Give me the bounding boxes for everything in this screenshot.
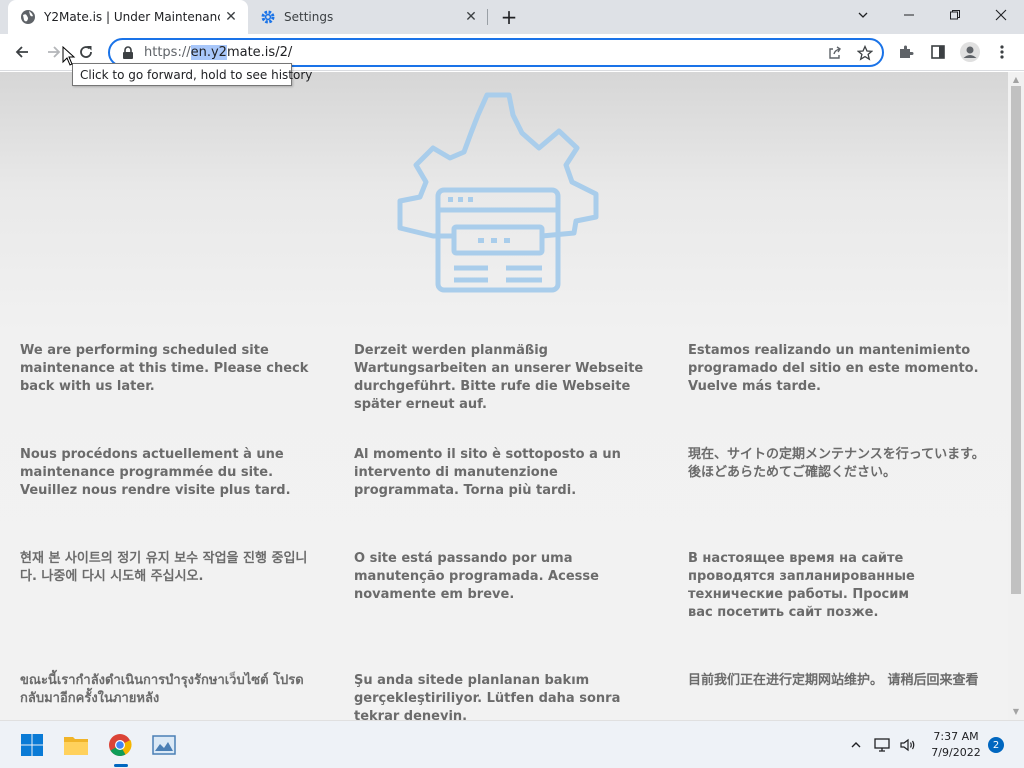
side-panel-icon[interactable] — [924, 38, 952, 66]
profile-avatar-icon[interactable] — [956, 38, 984, 66]
url-text[interactable]: https://en.y2mate.is/2/ — [144, 45, 292, 60]
tab-title: Settings — [284, 10, 334, 24]
message-chinese: 目前我们正在进行定期网站维护。 请稍后回来查看 — [688, 673, 979, 688]
taskbar-clock[interactable]: 7:37 AM 7/9/2022 — [924, 729, 988, 761]
scroll-down-arrow-icon[interactable]: ▼ — [1011, 706, 1021, 716]
active-app-indicator — [114, 764, 128, 767]
bookmark-star-icon[interactable] — [854, 42, 876, 64]
message-portuguese: O site está passando por uma manutenção … — [354, 551, 599, 602]
volume-icon[interactable] — [898, 735, 918, 755]
globe-icon — [20, 9, 36, 25]
clock-date: 7/9/2022 — [931, 746, 981, 759]
tab-search-chevron-icon[interactable] — [840, 0, 886, 30]
tab-title: Y2Mate.is | Under Maintenance — [44, 10, 220, 24]
close-window-button[interactable] — [978, 0, 1024, 30]
tray-chevron-up-icon[interactable] — [846, 735, 866, 755]
page-content: We are performing scheduled site mainten… — [0, 72, 1008, 720]
reload-button[interactable] — [72, 38, 100, 66]
windows-start-icon[interactable] — [16, 729, 48, 761]
minimize-button[interactable] — [886, 0, 932, 30]
close-tab-icon[interactable]: ✕ — [460, 6, 482, 28]
message-spanish: Estamos realizando un mantenimiento prog… — [688, 343, 979, 394]
message-japanese: 現在、サイトの定期メンテナンスを行っています。 後ほどあらためてご確認ください。 — [688, 447, 985, 480]
tab-separator — [487, 9, 488, 25]
extensions-puzzle-icon[interactable] — [892, 38, 920, 66]
message-italian: Al momento il sito è sottoposto a un int… — [354, 447, 621, 498]
restore-button[interactable] — [932, 0, 978, 30]
forward-tooltip: Click to go forward, hold to see history — [72, 63, 312, 86]
scroll-thumb[interactable] — [1011, 86, 1021, 594]
gear-icon — [260, 9, 276, 25]
message-french: Nous procédons actuellement à une mainte… — [20, 447, 291, 498]
page-scrollbar[interactable]: ▲ ▼ — [1008, 72, 1024, 720]
maintenance-gear-icon — [397, 92, 599, 293]
chrome-icon[interactable] — [104, 729, 136, 761]
tab-settings[interactable]: Settings ✕ — [248, 0, 488, 34]
share-icon[interactable] — [824, 42, 846, 64]
tab-strip: Y2Mate.is | Under Maintenance ✕ Settings… — [0, 0, 1024, 34]
message-german: Derzeit werden planmäßig Wartungsarbeite… — [354, 343, 644, 412]
notification-badge[interactable]: 2 — [988, 737, 1004, 753]
windows-taskbar: 7:37 AM 7/9/2022 2 — [0, 720, 1024, 768]
close-tab-icon[interactable]: ✕ — [220, 6, 242, 28]
message-thai: ขณะนี้เรากำลังดำเนินการบำรุงรักษาเว็บไซต… — [20, 673, 304, 706]
file-explorer-icon[interactable] — [60, 729, 92, 761]
image-viewer-icon[interactable] — [148, 729, 180, 761]
message-english: We are performing scheduled site mainten… — [20, 343, 309, 394]
scroll-up-arrow-icon[interactable]: ▲ — [1011, 74, 1021, 84]
message-turkish: Şu anda sitede planlanan bakım gerçekleş… — [354, 673, 621, 720]
new-tab-button[interactable]: + — [496, 5, 522, 29]
message-korean: 현재 본 사이트의 정기 유지 보수 작업을 진행 중입니다. 나중에 다시 시… — [20, 551, 308, 584]
back-button[interactable] — [8, 38, 36, 66]
mouse-cursor-icon — [62, 45, 76, 70]
lock-icon[interactable] — [120, 45, 136, 61]
menu-kebab-icon[interactable] — [988, 38, 1016, 66]
clock-time: 7:37 AM — [933, 730, 979, 743]
tab-y2mate[interactable]: Y2Mate.is | Under Maintenance ✕ — [8, 0, 248, 34]
network-icon[interactable] — [872, 735, 892, 755]
message-russian: В настоящее время на сайте проводятся за… — [688, 551, 915, 620]
